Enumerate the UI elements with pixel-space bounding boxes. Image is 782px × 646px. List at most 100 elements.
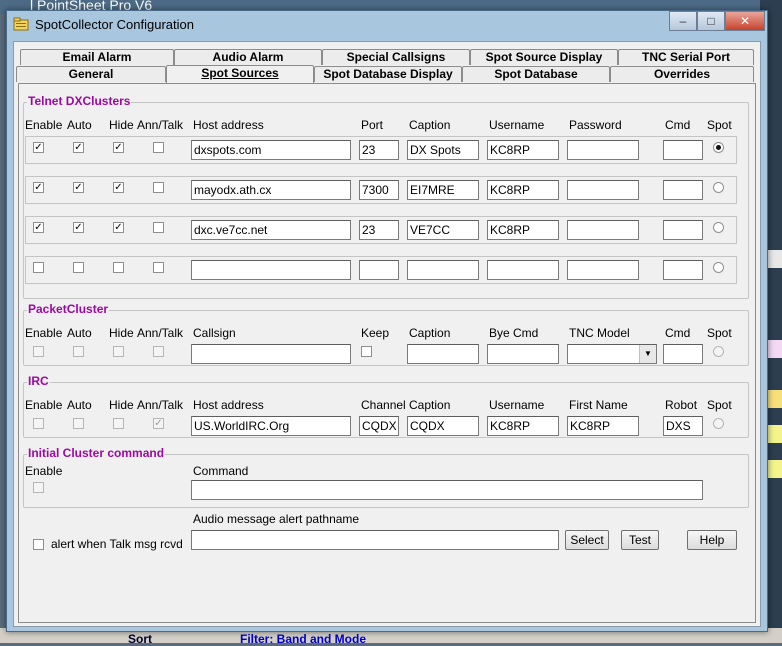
- irc-spot-radio[interactable]: [713, 418, 724, 429]
- close-button[interactable]: ✕: [725, 11, 765, 31]
- telnet-host-input[interactable]: dxspots.com: [191, 140, 351, 160]
- telnet-port-input[interactable]: 23: [359, 220, 399, 240]
- tab-audio-alarm[interactable]: Audio Alarm: [174, 49, 322, 65]
- tab-spot-database[interactable]: Spot Database: [462, 66, 610, 82]
- audio-pathname-input[interactable]: [191, 530, 559, 550]
- irc-channel-input[interactable]: CQDX: [359, 416, 399, 436]
- packet-enable-checkbox[interactable]: [33, 346, 44, 357]
- telnet-username-input[interactable]: [487, 260, 559, 280]
- telnet-auto-checkbox[interactable]: ✓: [73, 222, 84, 233]
- packet-cmd-input[interactable]: [663, 344, 703, 364]
- telnet-auto-checkbox[interactable]: [73, 262, 84, 273]
- initial-enable-checkbox[interactable]: [33, 482, 44, 493]
- telnet-password-input[interactable]: [567, 220, 639, 240]
- telnet-cmd-input[interactable]: [663, 220, 703, 240]
- window-title: SpotCollector Configuration: [35, 17, 194, 32]
- packet-keep-checkbox[interactable]: [361, 346, 372, 357]
- telnet-caption-input[interactable]: [407, 260, 479, 280]
- telnet-enable-checkbox[interactable]: ✓: [33, 182, 44, 193]
- telnet-username-input[interactable]: KC8RP: [487, 180, 559, 200]
- irc-host-header: Host address: [193, 398, 264, 412]
- telnet-hide-checkbox[interactable]: [113, 262, 124, 273]
- telnet-hide-checkbox[interactable]: ✓: [113, 182, 124, 193]
- telnet-password-input[interactable]: [567, 180, 639, 200]
- select-button[interactable]: Select: [565, 530, 609, 550]
- irc-auto-checkbox[interactable]: [73, 418, 84, 429]
- tab-email-alarm[interactable]: Email Alarm: [20, 49, 174, 65]
- telnet-password-input[interactable]: [567, 140, 639, 160]
- telnet-cmd-input[interactable]: [663, 140, 703, 160]
- irc-hide-checkbox[interactable]: [113, 418, 124, 429]
- telnet-port-input[interactable]: 7300: [359, 180, 399, 200]
- telnet-enable-checkbox[interactable]: ✓: [33, 142, 44, 153]
- telnet-anntalk-checkbox[interactable]: [153, 262, 164, 273]
- minimize-button[interactable]: –: [669, 11, 697, 31]
- telnet-caption-input[interactable]: EI7MRE: [407, 180, 479, 200]
- irc-anntalk-header: Ann/Talk: [137, 398, 184, 412]
- config-window: SpotCollector Configuration – □ ✕ Email …: [6, 10, 768, 632]
- telnet-password-input[interactable]: [567, 260, 639, 280]
- telnet-spot-radio[interactable]: [713, 182, 724, 193]
- irc-enable-checkbox[interactable]: [33, 418, 44, 429]
- telnet-auto-checkbox[interactable]: ✓: [73, 142, 84, 153]
- initial-command-group-title: Initial Cluster command: [27, 446, 166, 460]
- telnet-caption-input[interactable]: VE7CC: [407, 220, 479, 240]
- background-sort-label: Sort: [128, 632, 152, 646]
- telnet-host-input[interactable]: mayodx.ath.cx: [191, 180, 351, 200]
- telnet-port-input[interactable]: 23: [359, 140, 399, 160]
- telnet-enable-header: Enable: [25, 118, 63, 132]
- packet-tnc-select[interactable]: ▼: [567, 344, 657, 364]
- tab-special-callsigns[interactable]: Special Callsigns: [322, 49, 470, 65]
- tab-spot-source-display[interactable]: Spot Source Display: [470, 49, 618, 65]
- telnet-username-input[interactable]: KC8RP: [487, 220, 559, 240]
- test-button[interactable]: Test: [621, 530, 659, 550]
- telnet-spot-radio[interactable]: [713, 262, 724, 273]
- tab-spot-sources[interactable]: Spot Sources: [166, 65, 314, 83]
- tab-general[interactable]: General: [16, 66, 166, 82]
- telnet-spot-radio[interactable]: [713, 142, 724, 153]
- telnet-enable-checkbox[interactable]: [33, 262, 44, 273]
- packet-caption-input[interactable]: [407, 344, 479, 364]
- packet-spot-radio[interactable]: [713, 346, 724, 357]
- telnet-anntalk-checkbox[interactable]: [153, 142, 164, 153]
- telnet-host-input[interactable]: [191, 260, 351, 280]
- packet-group-title: PacketCluster: [27, 302, 110, 316]
- packet-cmd-header: Cmd: [665, 326, 691, 340]
- talk-alert-label: alert when Talk msg rcvd: [51, 537, 183, 551]
- telnet-enable-checkbox[interactable]: ✓: [33, 222, 44, 233]
- initial-command-input[interactable]: [191, 480, 703, 500]
- telnet-username-input[interactable]: KC8RP: [487, 140, 559, 160]
- packet-keep-header: Keep: [361, 326, 390, 340]
- tab-overrides[interactable]: Overrides: [610, 66, 754, 82]
- irc-anntalk-checkbox[interactable]: ✓: [153, 418, 164, 429]
- telnet-cmd-input[interactable]: [663, 260, 703, 280]
- telnet-port-input[interactable]: [359, 260, 399, 280]
- irc-firstname-header: First Name: [569, 398, 628, 412]
- maximize-button[interactable]: □: [697, 11, 725, 31]
- irc-firstname-input[interactable]: KC8RP: [567, 416, 639, 436]
- packet-callsign-input[interactable]: [191, 344, 351, 364]
- packet-auto-checkbox[interactable]: [73, 346, 84, 357]
- telnet-cmd-input[interactable]: [663, 180, 703, 200]
- help-button[interactable]: Help: [687, 530, 737, 550]
- chevron-down-icon[interactable]: ▼: [639, 345, 656, 363]
- telnet-host-input[interactable]: dxc.ve7cc.net: [191, 220, 351, 240]
- telnet-spot-radio[interactable]: [713, 222, 724, 233]
- packet-bye-input[interactable]: [487, 344, 559, 364]
- telnet-caption-input[interactable]: DX Spots: [407, 140, 479, 160]
- telnet-hide-checkbox[interactable]: ✓: [113, 142, 124, 153]
- telnet-auto-checkbox[interactable]: ✓: [73, 182, 84, 193]
- irc-host-input[interactable]: US.WorldIRC.Org: [191, 416, 351, 436]
- talk-alert-checkbox[interactable]: [33, 539, 44, 550]
- packet-hide-checkbox[interactable]: [113, 346, 124, 357]
- irc-caption-input[interactable]: CQDX: [407, 416, 479, 436]
- packet-anntalk-checkbox[interactable]: [153, 346, 164, 357]
- irc-robot-input[interactable]: DXS: [663, 416, 703, 436]
- tab-spot-database-display[interactable]: Spot Database Display: [314, 66, 462, 82]
- tab-tnc-serial-port[interactable]: TNC Serial Port: [618, 49, 754, 65]
- telnet-hide-checkbox[interactable]: ✓: [113, 222, 124, 233]
- telnet-group-title: Telnet DXClusters: [27, 94, 132, 108]
- irc-username-input[interactable]: KC8RP: [487, 416, 559, 436]
- telnet-anntalk-checkbox[interactable]: [153, 222, 164, 233]
- telnet-anntalk-checkbox[interactable]: [153, 182, 164, 193]
